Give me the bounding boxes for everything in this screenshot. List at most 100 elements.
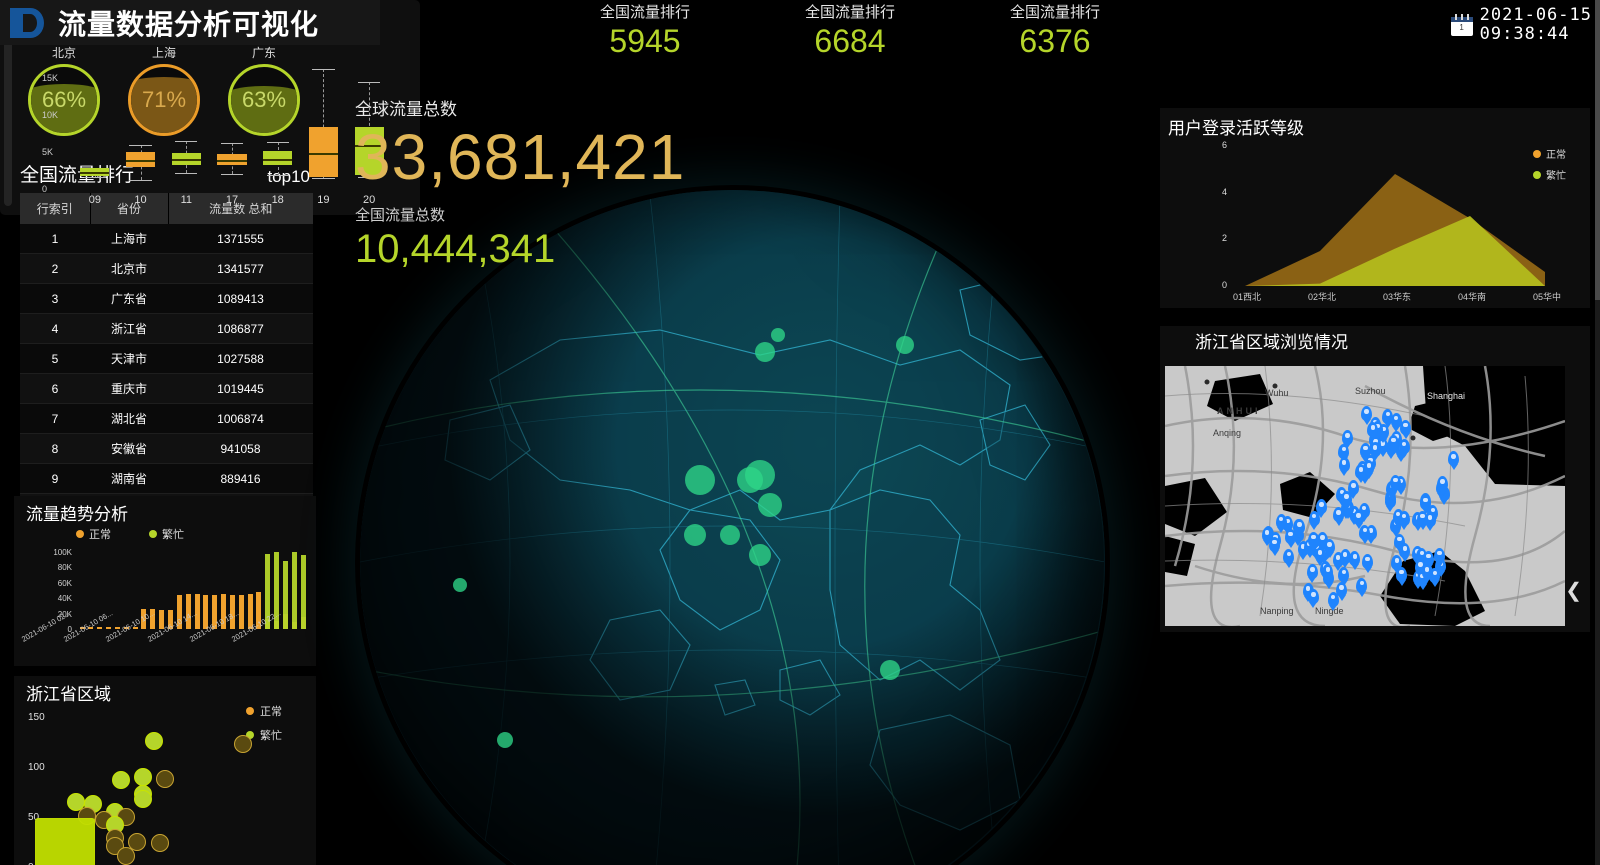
kpi-value: 6684 [814, 23, 886, 59]
table-row[interactable]: 5 天津市 1027588 [20, 343, 313, 374]
globe-city-marker[interactable] [880, 660, 900, 680]
map-pin[interactable] [1322, 564, 1334, 580]
globe-city-marker[interactable] [497, 732, 513, 748]
scatter-point[interactable] [111, 771, 130, 789]
bar-busy[interactable] [282, 561, 288, 629]
globe-city-marker[interactable] [720, 525, 740, 545]
scatter-chart-panel[interactable]: 浙江省区域 正常 繁忙 050100150 010203040 [14, 676, 316, 865]
y-tick-label: 4 [1222, 186, 1228, 197]
map-city-label: Suzhou [1355, 386, 1386, 396]
legend-item-busy[interactable]: 繁忙 [149, 526, 184, 542]
globe-city-marker[interactable] [684, 524, 706, 546]
map-pin[interactable] [1307, 531, 1319, 547]
chevron-left-icon[interactable]: ❮ [1565, 578, 1582, 603]
globe-totals: 全球流量总数 33,681,421 全国流量总数 10,444,341 [355, 95, 685, 273]
map-pin[interactable] [1399, 543, 1411, 559]
map-pin[interactable] [1355, 464, 1367, 480]
map-pin[interactable] [1269, 536, 1281, 552]
map-pin[interactable] [1324, 539, 1336, 555]
table-row[interactable]: 2 北京市 1341577 [20, 253, 313, 284]
map-pin[interactable] [1338, 457, 1350, 473]
x-tick-label: 01西北 [1232, 292, 1261, 302]
scatter-point[interactable] [233, 735, 252, 753]
globe-city-marker[interactable] [749, 544, 771, 566]
map-pin[interactable] [1338, 566, 1350, 582]
kpi-label: 全国流量排行 [804, 4, 895, 21]
legend-item-normal[interactable]: 正常 [246, 703, 282, 719]
trend-legend[interactable]: 正常 繁忙 [76, 526, 184, 542]
scatter-point[interactable] [133, 790, 152, 808]
bar-normal[interactable] [238, 595, 244, 629]
map-pin[interactable] [1361, 406, 1372, 421]
map-pin[interactable] [1396, 566, 1407, 582]
map-pin[interactable] [1327, 591, 1339, 607]
scatter-chart-title: 浙江省区域 [26, 685, 111, 704]
scatter-point[interactable] [150, 834, 169, 852]
globe-city-marker[interactable] [758, 493, 782, 517]
table-row[interactable]: 3 广东省 1089413 [20, 283, 313, 314]
zhejiang-map[interactable]: Wuhu Suzhou Shanghai ANHUI Anqing Nanping Ning… [1165, 366, 1565, 626]
globe-visualization[interactable]: 全球流量总数 33,681,421 全国流量总数 10,444,341 [355, 95, 1110, 865]
map-pin[interactable] [1421, 564, 1433, 580]
map-panel[interactable]: 浙江省区域浏览情况 Wuhu Suzhou Shanghai ANHUI Anq… [1160, 326, 1590, 632]
globe-city-marker[interactable] [453, 578, 467, 592]
map-pin[interactable] [1353, 510, 1365, 526]
boxplot-box[interactable] [308, 42, 339, 190]
trend-chart-panel[interactable]: 流量趋势分析 正常 繁忙 0 20K 40K 60K 80K 100K 2021-06-1… [14, 496, 316, 666]
scatter-point[interactable] [145, 732, 163, 750]
map-pin[interactable] [1341, 491, 1353, 507]
map-city-label: Nanping [1260, 606, 1294, 616]
bar-normal[interactable] [97, 627, 103, 629]
map-pin[interactable] [1448, 451, 1459, 466]
map-pin[interactable] [1389, 474, 1401, 490]
map-pin[interactable] [1307, 589, 1319, 605]
table-row[interactable]: 9 湖南省 889416 [20, 463, 313, 494]
map-pin[interactable] [1308, 510, 1320, 526]
whisker-cap [358, 81, 381, 83]
map-pin[interactable] [1332, 552, 1344, 568]
bar-busy[interactable] [291, 552, 297, 629]
table-row[interactable]: 8 安徽省 941058 [20, 433, 313, 464]
globe-city-marker[interactable] [745, 460, 775, 490]
legend-label: 正常 [89, 529, 111, 541]
map-pin[interactable] [1437, 476, 1448, 491]
national-total-value: 10,444,341 [355, 227, 556, 271]
map-pin[interactable] [1398, 510, 1410, 526]
map-pin[interactable] [1341, 430, 1353, 446]
cell-total: 1371555 [168, 224, 313, 254]
globe-city-marker[interactable] [896, 336, 914, 354]
whisker-cap [220, 173, 244, 175]
globe-city-marker[interactable] [771, 328, 785, 342]
login-activity-panel[interactable]: 用户登录活跃等级 正常 繁忙 0 2 4 6 01西北 02华北 03华东 04华南 05华中 [1160, 108, 1590, 308]
table-row[interactable]: 6 重庆市 1019445 [20, 373, 313, 404]
globe-city-marker[interactable] [755, 342, 775, 362]
table-row[interactable]: 4 浙江省 1086877 [20, 313, 313, 344]
page-scrollbar[interactable] [1595, 0, 1600, 865]
bar-normal[interactable] [106, 627, 112, 629]
gauge-percent: 71% [141, 87, 187, 112]
map-pin[interactable] [1369, 442, 1381, 458]
y-tick-label: 150 [28, 712, 45, 723]
scatter-point[interactable] [133, 768, 152, 786]
globe-city-marker[interactable] [685, 465, 715, 495]
trend-chart-title: 流量趋势分析 [26, 505, 128, 524]
scatter-point[interactable] [156, 770, 175, 788]
map-city-label: Wuhu [1265, 388, 1289, 398]
bar-busy[interactable] [300, 555, 306, 629]
kpi-card-3: 全国流量排行 6376 [975, 2, 1135, 58]
table-row[interactable]: 1 上海市 1371555 [20, 224, 313, 254]
map-pin[interactable] [1275, 513, 1287, 529]
rank-table[interactable]: 行索引 省份 流量数 总和 1 上海市 1371555 2 北京市 1341577 3 广东省… [20, 193, 313, 524]
map-pin[interactable] [1306, 564, 1318, 580]
scatter-point[interactable] [128, 833, 147, 851]
map-pin[interactable] [1362, 553, 1374, 569]
scatter-point[interactable] [35, 818, 96, 865]
legend-item-normal[interactable]: 正常 [76, 526, 111, 542]
cell-index: 9 [20, 463, 90, 494]
map-pin[interactable] [1293, 519, 1305, 535]
scrollbar-thumb[interactable] [1595, 0, 1600, 300]
legend-label: 正常 [260, 706, 282, 718]
map-pin[interactable] [1349, 551, 1361, 567]
x-tick-label: 02华北 [1307, 292, 1336, 302]
table-row[interactable]: 7 湖北省 1006874 [20, 403, 313, 434]
